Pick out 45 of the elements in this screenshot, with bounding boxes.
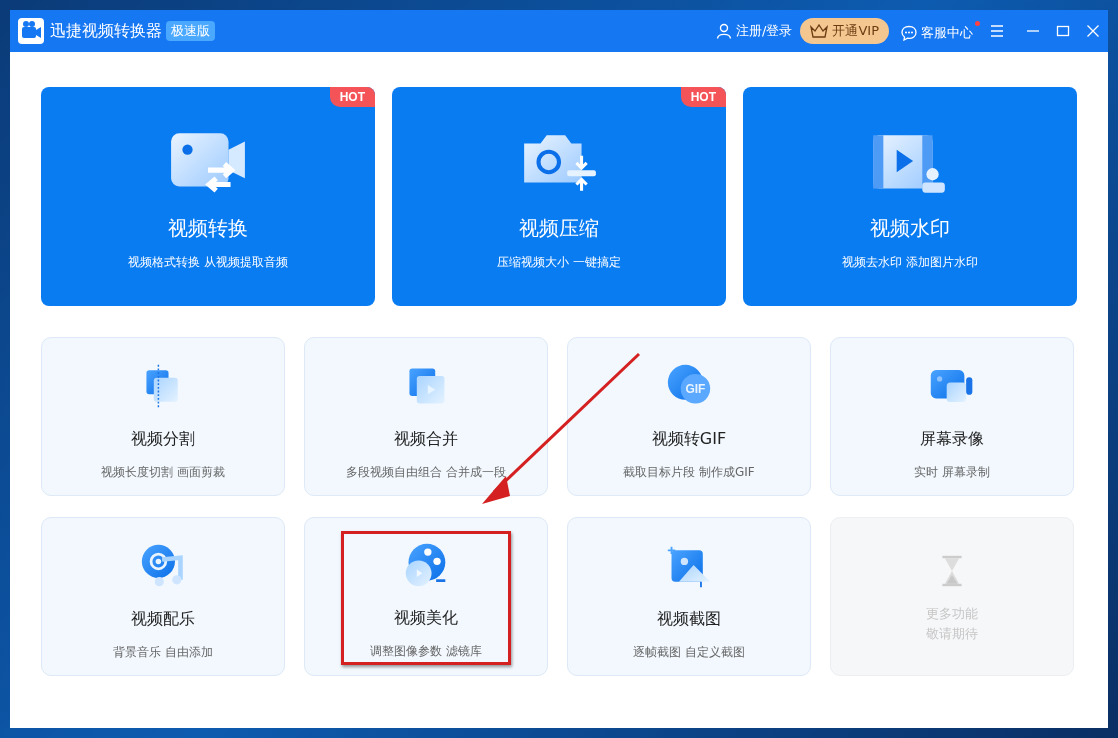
tool-title: 视频配乐 xyxy=(131,609,195,630)
tool-card[interactable]: 视频美化 调整图像参数 滤镜库 xyxy=(304,517,548,676)
tool-description: 视频格式转换 从视频提取音频 xyxy=(128,254,288,271)
vip-button[interactable]: 开通VIP xyxy=(800,18,889,44)
tool-description: 多段视频自由组合 合并成一段 xyxy=(346,464,506,481)
tool-title: 屏幕录像 xyxy=(920,429,984,450)
tool-card[interactable]: 视频配乐 背景音乐 自由添加 xyxy=(41,517,285,676)
window-title: 迅捷视频转换器 xyxy=(50,20,162,42)
chat-bubble-icon xyxy=(901,24,917,41)
disc-music-icon xyxy=(140,543,186,589)
app-logo-icon xyxy=(18,18,44,44)
tool-description: 实时 屏幕录制 xyxy=(914,464,990,481)
tool-title: 视频分割 xyxy=(131,429,195,450)
close-icon[interactable] xyxy=(1086,24,1100,38)
tool-card[interactable]: 屏幕录像 实时 屏幕录制 xyxy=(830,337,1074,496)
tool-card[interactable]: 视频分割 视频长度切割 画面剪裁 xyxy=(41,337,285,496)
edition-badge: 极速版 xyxy=(166,21,215,41)
tool-title: 视频转GIF xyxy=(651,429,727,450)
tool-card[interactable]: 视频水印 视频去水印 添加图片水印 xyxy=(743,87,1077,306)
user-icon xyxy=(716,23,733,39)
tool-description: 视频去水印 添加图片水印 xyxy=(842,254,978,271)
hot-badge: HOT xyxy=(329,87,375,107)
tool-title: 视频压缩 xyxy=(519,215,599,242)
tool-title: 视频美化 xyxy=(394,608,458,629)
tool-card[interactable]: GIF 视频转GIF 截取目标片段 制作成GIF xyxy=(567,337,811,496)
tool-description: 逐帧截图 自定义截图 xyxy=(633,644,745,661)
tool-description: 背景音乐 自由添加 xyxy=(113,644,213,661)
tool-title: 视频水印 xyxy=(870,215,950,242)
tool-title: 视频截图 xyxy=(657,609,721,630)
maximize-icon[interactable] xyxy=(1056,24,1070,38)
tool-description: 视频长度切割 画面剪裁 xyxy=(101,464,225,481)
tool-description: 压缩视频大小 一键搞定 xyxy=(497,254,621,271)
tool-card[interactable]: 视频转换 视频格式转换 从视频提取音频 HOT xyxy=(41,87,375,306)
crown-icon xyxy=(810,24,829,38)
hot-badge: HOT xyxy=(680,87,726,107)
menu-icon[interactable] xyxy=(990,24,1004,38)
login-button[interactable]: 注册/登录 xyxy=(716,22,793,40)
tool-title: 视频转换 xyxy=(168,215,248,242)
tool-title: 视频合并 xyxy=(394,429,458,450)
tool-card[interactable]: 视频压缩 压缩视频大小 一键搞定 HOT xyxy=(392,87,726,306)
tool-card[interactable]: 视频截图 逐帧截图 自定义截图 xyxy=(567,517,811,676)
tool-description: 调整图像参数 滤镜库 xyxy=(370,643,482,660)
customer-service-button[interactable]: 客服中心 xyxy=(901,20,980,42)
tool-description: 截取目标片段 制作成GIF xyxy=(623,464,755,481)
tool-card[interactable]: 视频合并 多段视频自由组合 合并成一段 xyxy=(304,337,548,496)
